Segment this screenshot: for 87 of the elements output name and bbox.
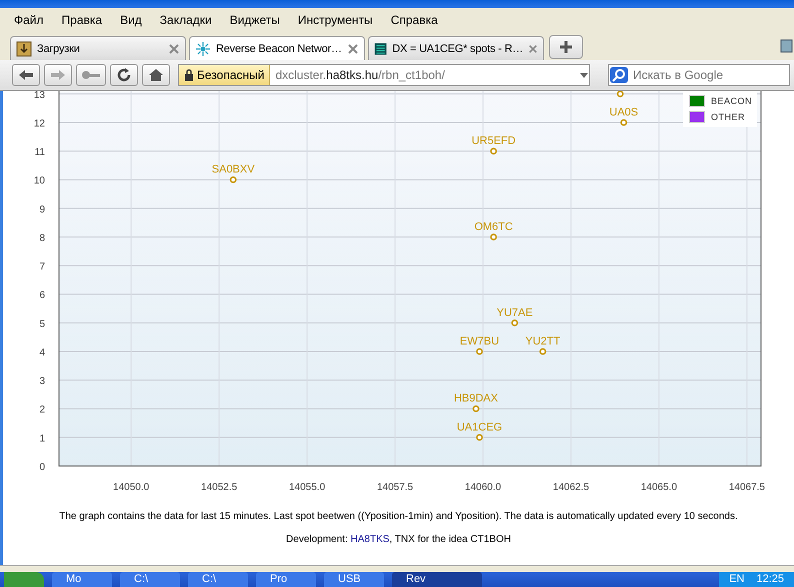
x-tick-label: 14062.5 (552, 482, 589, 493)
plus-icon (559, 40, 573, 54)
close-icon (347, 42, 359, 54)
menu-item[interactable]: Инструменты (290, 13, 381, 27)
x-tick-label: 14052.5 (200, 482, 237, 493)
table-icon (374, 40, 388, 56)
x-tick-label: 14057.5 (376, 482, 413, 493)
data-point (229, 176, 236, 184)
data-point (472, 405, 479, 412)
menu-item[interactable]: Закладки (152, 13, 220, 27)
info-text: The graph contains the data for last 15 minutes. Last spot beetwen ((Yposition-1min) and Yposition). The data is automatically updated every 10 seconds. (59, 511, 738, 522)
data-point (476, 348, 482, 355)
back-button[interactable] (12, 64, 40, 86)
point-label: YU2TT (524, 336, 560, 348)
x-tick-label: 14067.5 (728, 482, 764, 493)
security-badge[interactable]: Безопасный (179, 65, 270, 85)
start-button[interactable] (4, 572, 44, 587)
y-tick-label: 12 (33, 118, 44, 130)
y-tick-label: 13 (33, 91, 44, 101)
address-field[interactable]: Безопасный dxcluster.ha8tks.hu/rbn_ct1boh/ (178, 64, 590, 86)
url-text: dxcluster.ha8tks.hu/rbn_ct1boh/ (274, 68, 446, 82)
taskbar-item[interactable]: Mo (52, 572, 112, 587)
x-tick-label: 14050.0 (112, 482, 149, 493)
forward-arrow-icon (50, 69, 66, 81)
data-point (510, 319, 518, 326)
y-tick-label: 11 (34, 147, 44, 158)
x-tick-label: 14065.0 (640, 482, 677, 493)
back-arrow-icon (18, 69, 34, 81)
taskbar-item[interactable]: Rev (392, 572, 482, 587)
y-tick-label: 4 (38, 348, 44, 358)
home-button[interactable] (142, 64, 170, 86)
legend-label: OTHER (711, 112, 745, 122)
author-link[interactable]: HA8TKS (350, 534, 390, 545)
data-point (620, 119, 627, 126)
y-tick-label: 2 (38, 404, 44, 416)
y-tick-label: 3 (38, 376, 44, 388)
browser-tab[interactable]: DX = UA1CEG* spots - R… (368, 36, 544, 60)
reload-button[interactable] (110, 64, 138, 86)
menu-item[interactable]: Виджеты (222, 13, 288, 27)
search-icon (609, 66, 629, 84)
close-icon (528, 42, 538, 54)
y-tick-label: 6 (38, 290, 44, 302)
browser-tab[interactable]: Загрузки (10, 36, 186, 60)
menu-item[interactable]: Справка (382, 13, 446, 27)
data-point (490, 148, 496, 155)
point-label: UR5EFD (471, 135, 516, 148)
y-tick-label: 1 (38, 433, 44, 444)
browser-tab[interactable]: Reverse Beacon Networ… (189, 36, 365, 60)
point-label: EW7BU (459, 336, 499, 348)
y-tick-label: 8 (38, 233, 44, 244)
y-tick-label: 9 (38, 204, 44, 216)
data-point (476, 434, 482, 441)
clock-text: 12:25 (756, 572, 784, 585)
point-label: YU7AE (496, 306, 532, 319)
y-tick-label: 7 (38, 262, 44, 273)
reload-icon (116, 67, 132, 83)
home-icon (148, 68, 164, 82)
dropdown-icon (579, 71, 589, 79)
lock-icon (184, 69, 194, 81)
y-tick-label: 5 (38, 318, 44, 330)
new-tab-button[interactable] (549, 35, 583, 59)
taskbar-item[interactable]: USB (324, 572, 384, 587)
x-tick-label: 14055.0 (288, 482, 325, 493)
close-icon (168, 42, 180, 54)
point-label: OM6TC (474, 221, 512, 233)
key-icon (81, 70, 101, 80)
menu-item[interactable]: Файл (6, 13, 52, 27)
data-point (490, 234, 496, 240)
taskbar-item[interactable]: C:\ (120, 572, 180, 587)
data-point (616, 91, 624, 98)
data-point (538, 348, 546, 355)
menu-item[interactable]: Правка (54, 13, 110, 27)
download-box-icon (16, 40, 32, 56)
legend-label: BEACON (711, 96, 752, 106)
taskbar-item[interactable]: Pro (256, 572, 316, 587)
y-tick-label: 0 (38, 462, 44, 473)
point-label: HB9DAX (453, 392, 498, 405)
menu-item[interactable]: Вид (112, 13, 150, 27)
y-tick-label: 10 (33, 176, 44, 187)
point-label: UA0S (608, 106, 638, 118)
x-tick-label: 14060.0 (464, 482, 501, 493)
point-label: SA0BXV (211, 164, 254, 176)
point-label: UA1CEG (456, 421, 502, 434)
credit-text: Development: HA8TKS, TNX for the idea CT1BOH (286, 534, 511, 545)
taskbar-item[interactable]: C:\ (188, 572, 248, 587)
sparkle-icon (195, 40, 211, 56)
search-box[interactable]: Искать в Google (608, 64, 790, 86)
